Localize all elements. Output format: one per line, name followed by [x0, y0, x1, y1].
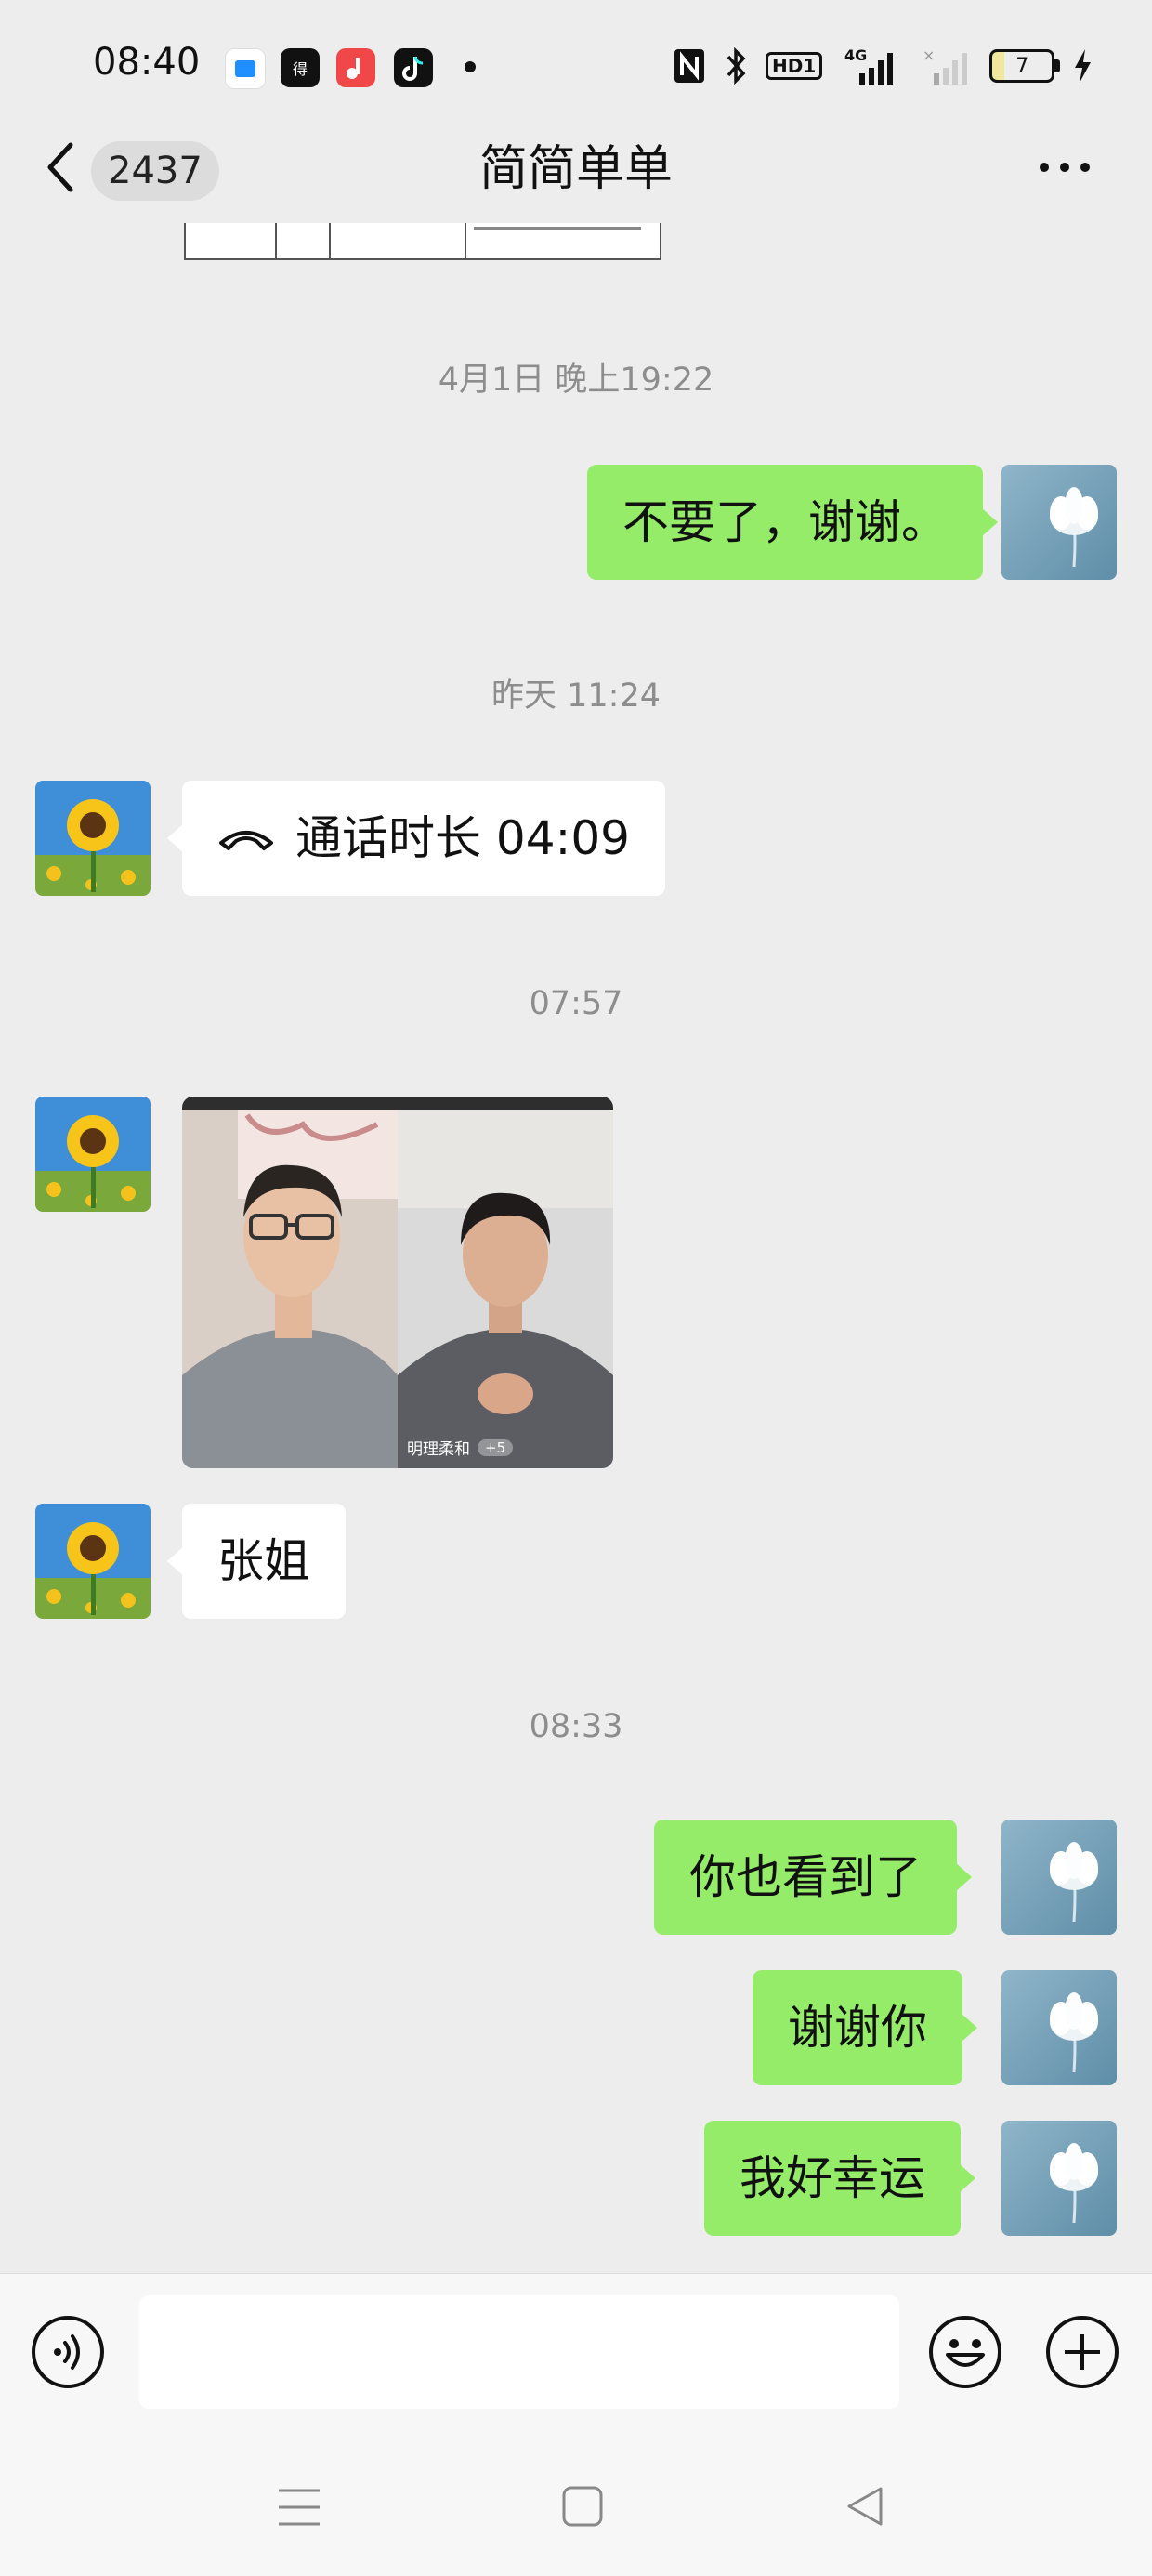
video-caption: 明理柔和 +5: [407, 1436, 514, 1459]
video-message-thumbnail[interactable]: 明理柔和 +5: [182, 1097, 613, 1468]
notification-dot-icon: [465, 61, 476, 72]
back-nav-icon[interactable]: [844, 2485, 886, 2528]
status-right: HD1 4G × 7: [673, 45, 1093, 87]
message-input[interactable]: [139, 2295, 899, 2409]
my-avatar[interactable]: [1001, 1820, 1117, 1935]
dewu-app-icon: 得: [281, 48, 320, 87]
chat-title[interactable]: 简简单单: [0, 136, 1152, 203]
message-bubble-sent[interactable]: 我好幸运: [704, 2121, 975, 2236]
status-time: 08:40: [93, 41, 201, 84]
my-avatar[interactable]: [1001, 1970, 1117, 2085]
menu-icon[interactable]: [277, 2487, 321, 2528]
app-icon-blue: [225, 48, 266, 89]
timestamp: 4月1日 晚上19:22: [438, 361, 714, 399]
svg-text:×: ×: [923, 46, 935, 64]
video-more-count: +5: [478, 1439, 514, 1456]
signal-icon-2: ×: [923, 46, 968, 85]
bluetooth-icon: [727, 47, 746, 85]
timestamp: 08:33: [529, 1708, 623, 1745]
message-bubble-received[interactable]: 张姐: [167, 1504, 346, 1619]
battery-icon: 7: [989, 49, 1061, 83]
tiktok-icon: [394, 48, 433, 87]
timestamp: 07:57: [529, 985, 623, 1022]
message-bubble-sent[interactable]: 你也看到了: [654, 1820, 972, 1935]
my-avatar[interactable]: [1001, 465, 1117, 580]
plus-icon[interactable]: [1044, 2314, 1120, 2390]
contact-avatar[interactable]: [35, 1504, 151, 1619]
call-duration-text: 通话时长 04:09: [295, 811, 630, 865]
more-icon[interactable]: [1037, 160, 1093, 175]
music-app-icon: [336, 48, 375, 87]
message-bubble-sent[interactable]: 不要了，谢谢。: [587, 465, 998, 580]
phone-hangup-icon: [219, 831, 273, 850]
hd-label: HD1: [766, 52, 823, 80]
message-bubble-sent[interactable]: 谢谢你: [753, 1970, 977, 2085]
call-record-bubble[interactable]: 通话时长 04:09: [167, 781, 665, 896]
home-icon[interactable]: [561, 2485, 604, 2528]
timestamp: 昨天 11:24: [491, 677, 661, 715]
video-user-name: 明理柔和: [407, 1440, 470, 1459]
voice-input-icon[interactable]: [30, 2314, 106, 2390]
svg-text:得: 得: [293, 60, 308, 78]
signal-icon: 4G: [844, 46, 894, 85]
contact-avatar[interactable]: [35, 1097, 151, 1212]
contact-avatar[interactable]: [35, 781, 151, 896]
emoji-icon[interactable]: [927, 2314, 1003, 2390]
svg-text:4G: 4G: [844, 46, 867, 64]
charging-icon: [1075, 49, 1092, 83]
my-avatar[interactable]: [1001, 2121, 1117, 2236]
nfc-icon: [674, 49, 704, 83]
battery-level: 7: [1015, 54, 1029, 78]
document-message-clip[interactable]: [184, 223, 661, 260]
